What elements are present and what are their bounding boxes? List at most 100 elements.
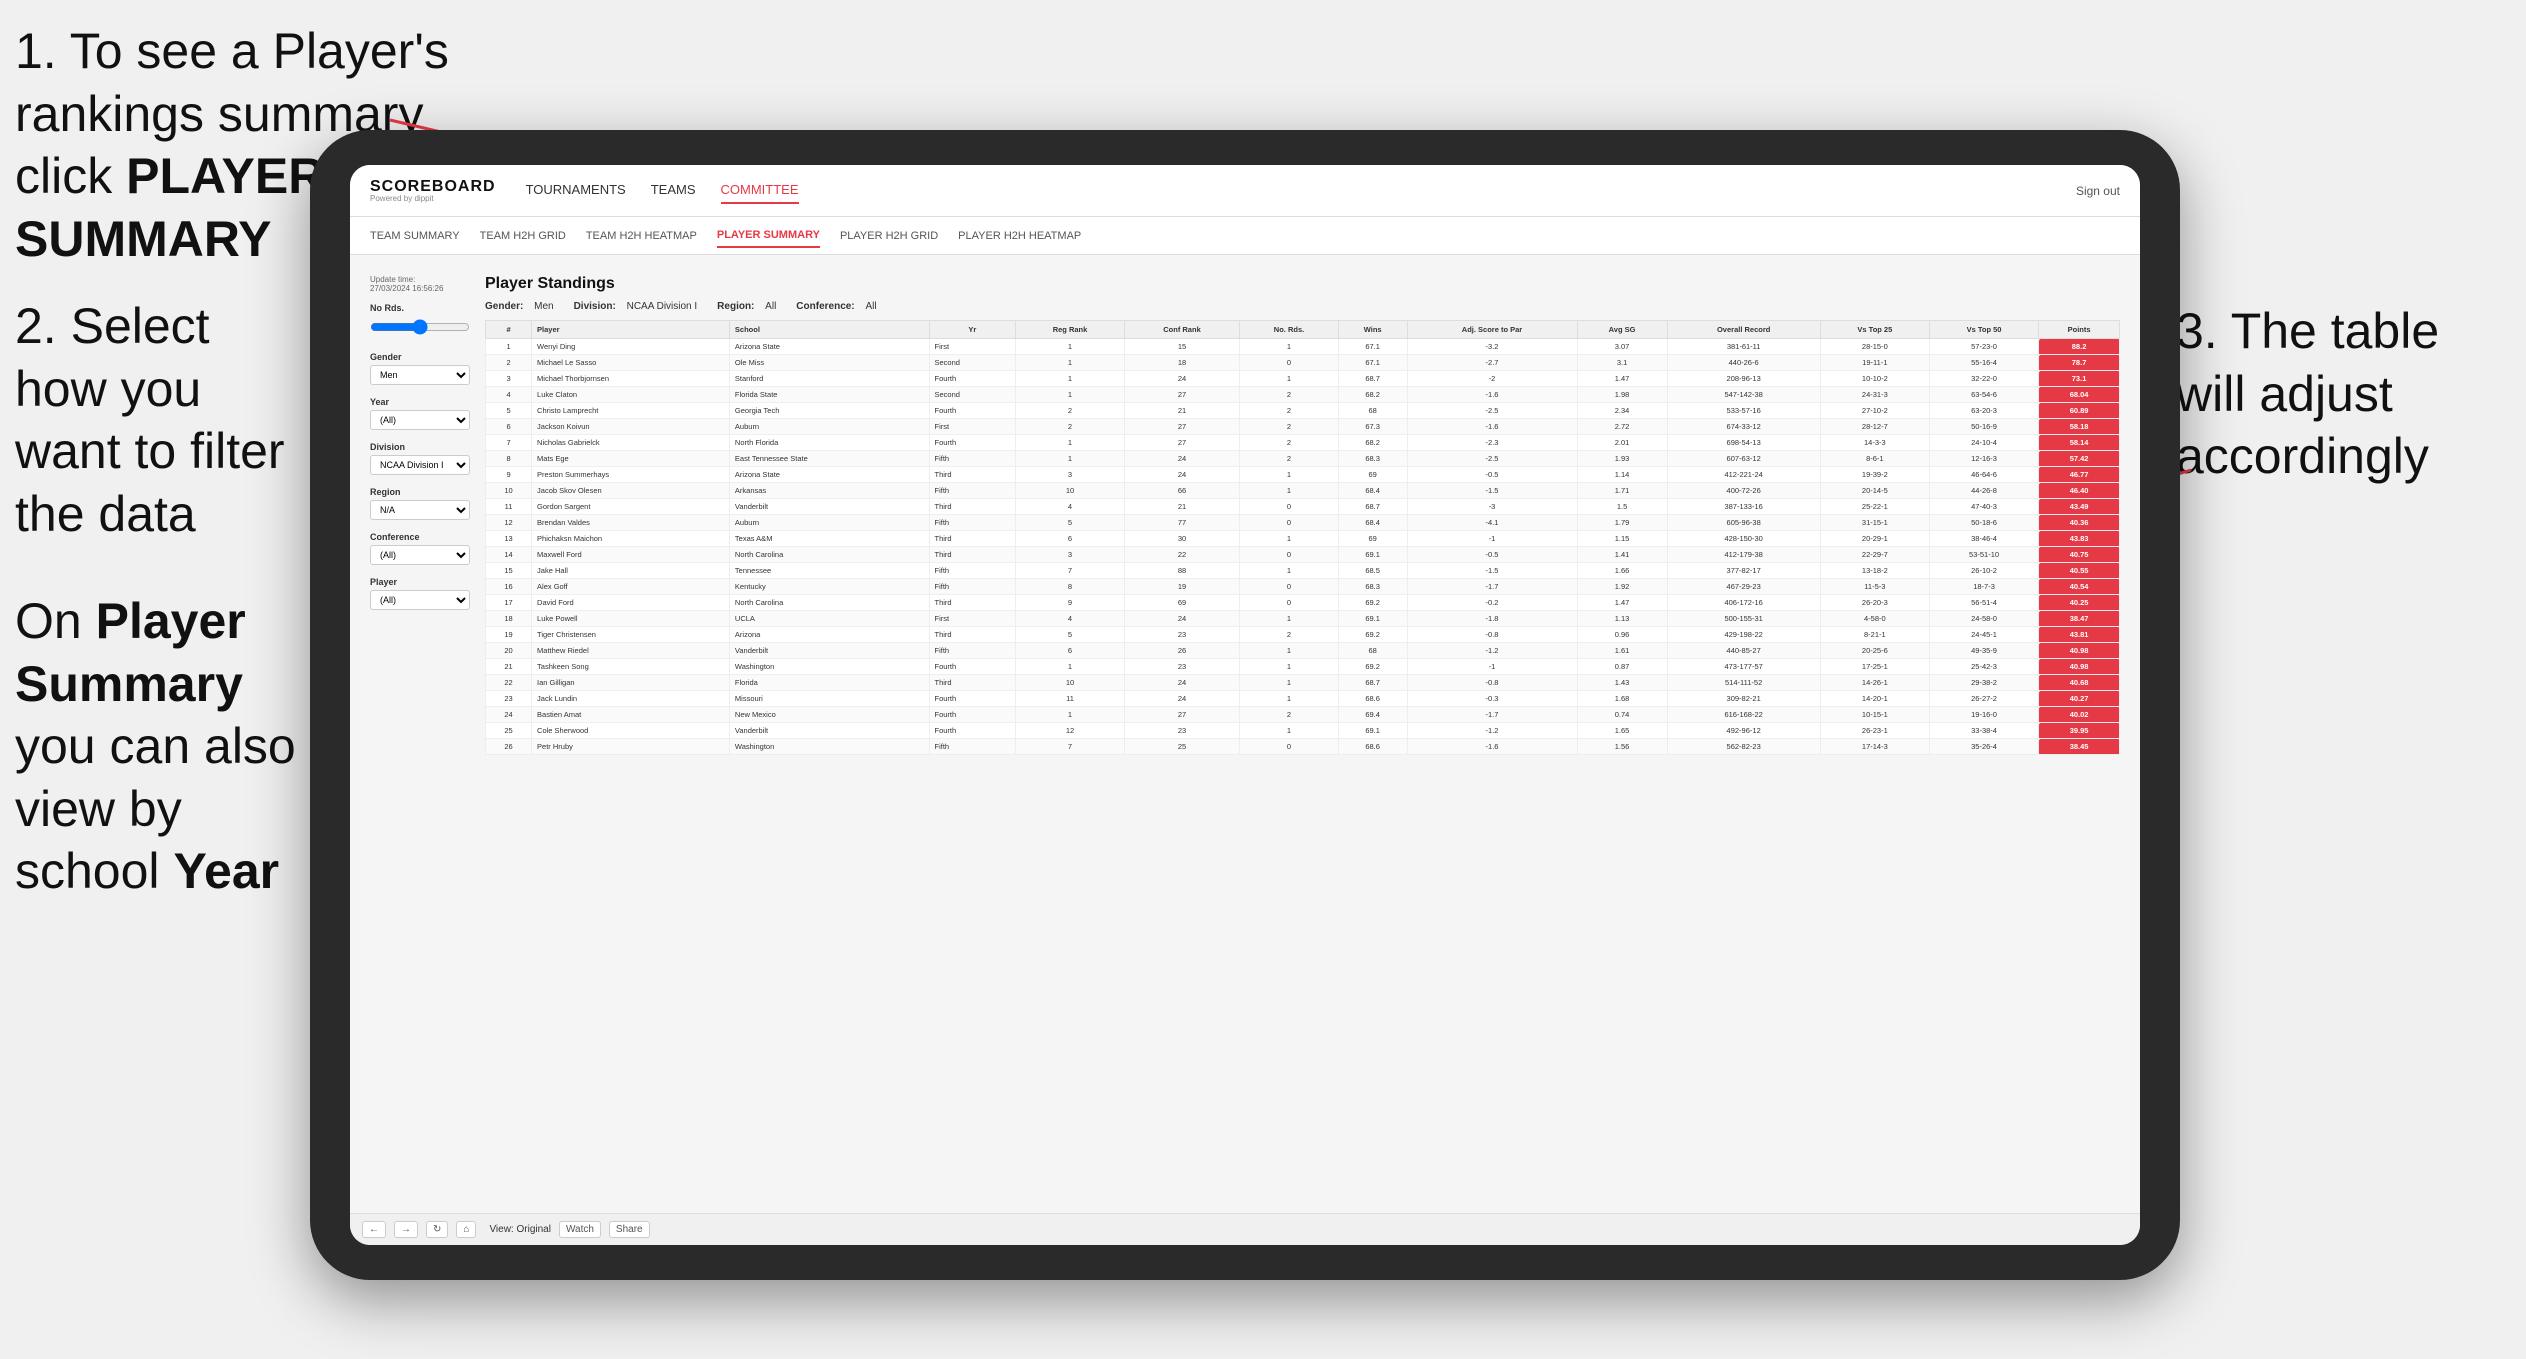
update-time: Update time: 27/03/2024 16:56:26 xyxy=(370,275,470,293)
table-row: 8Mats EgeEast Tennessee StateFifth124268… xyxy=(486,451,2120,467)
tablet-device: SCOREBOARD Powered by dippit TOURNAMENTS… xyxy=(310,130,2180,1280)
col-player: Player xyxy=(532,321,730,339)
player-filter-label: Player xyxy=(370,577,470,587)
subnav-player-h2h-heatmap[interactable]: PLAYER H2H HEATMAP xyxy=(958,225,1081,247)
col-rank: # xyxy=(486,321,532,339)
instruction-right: 3. The table will adjust accordingly xyxy=(2176,300,2496,488)
table-row: 18Luke PowellUCLAFirst424169.1-1.81.1350… xyxy=(486,611,2120,627)
table-row: 19Tiger ChristensenArizonaThird523269.2-… xyxy=(486,627,2120,643)
tablet-screen: SCOREBOARD Powered by dippit TOURNAMENTS… xyxy=(350,165,2140,1245)
conference-select[interactable]: (All) xyxy=(370,545,470,565)
toolbar-refresh-btn[interactable]: ↻ xyxy=(426,1221,448,1238)
table-row: 10Jacob Skov OlesenArkansasFifth1066168.… xyxy=(486,483,2120,499)
subnav-team-h2h-grid[interactable]: TEAM H2H GRID xyxy=(480,225,566,247)
logo-sub: Powered by dippit xyxy=(370,195,496,203)
year-filter-label: Year xyxy=(370,397,470,407)
region-filter-label: Region xyxy=(370,487,470,497)
nav-committee[interactable]: COMMITTEE xyxy=(721,177,799,204)
table-row: 3Michael ThorbjornsenStanfordFourth12416… xyxy=(486,371,2120,387)
toolbar-share-btn[interactable]: Share xyxy=(609,1221,650,1238)
col-conf-rank: Conf Rank xyxy=(1124,321,1239,339)
table-row: 26Petr HrubyWashingtonFifth725068.6-1.61… xyxy=(486,739,2120,755)
division-filter-label: Division xyxy=(370,442,470,452)
gender-filter: Gender Men xyxy=(370,352,470,385)
gender-select[interactable]: Men xyxy=(370,365,470,385)
table-row: 21Tashkeen SongWashingtonFourth123169.2-… xyxy=(486,659,2120,675)
year-bold: Year xyxy=(173,843,279,899)
table-row: 2Michael Le SassoOle MissSecond118067.1-… xyxy=(486,355,2120,371)
filters-panel: Update time: 27/03/2024 16:56:26 No Rds.… xyxy=(370,275,470,1193)
player-select[interactable]: (All) xyxy=(370,590,470,610)
col-overall: Overall Record xyxy=(1667,321,1820,339)
col-yr: Yr xyxy=(929,321,1016,339)
app-header: SCOREBOARD Powered by dippit TOURNAMENTS… xyxy=(350,165,2140,217)
toolbar-watch-btn[interactable]: Watch xyxy=(559,1221,601,1238)
logo-main: SCOREBOARD xyxy=(370,179,496,195)
instruction-bottom: On Player Summary you can also view by s… xyxy=(15,590,325,903)
no-rds-label: No Rds. xyxy=(370,303,470,313)
table-area: Player Standings Gender: Men Division: N… xyxy=(485,275,2120,1193)
region-select[interactable]: N/A xyxy=(370,500,470,520)
table-row: 9Preston SummerhaysArizona StateThird324… xyxy=(486,467,2120,483)
table-row: 13Phichaksn MaichonTexas A&MThird630169-… xyxy=(486,531,2120,547)
nav-teams[interactable]: TEAMS xyxy=(651,177,696,204)
standings-table: # Player School Yr Reg Rank Conf Rank No… xyxy=(485,320,2120,755)
no-rds-slider[interactable] xyxy=(370,319,470,335)
app-logo: SCOREBOARD Powered by dippit xyxy=(370,179,496,203)
table-row: 12Brendan ValdesAuburnFifth577068.4-4.11… xyxy=(486,515,2120,531)
subnav-team-summary[interactable]: TEAM SUMMARY xyxy=(370,225,460,247)
col-wins: Wins xyxy=(1338,321,1407,339)
col-no-rds: No. Rds. xyxy=(1240,321,1339,339)
table-row: 6Jackson KoivunAuburnFirst227267.3-1.62.… xyxy=(486,419,2120,435)
table-header-row: # Player School Yr Reg Rank Conf Rank No… xyxy=(486,321,2120,339)
main-content: Update time: 27/03/2024 16:56:26 No Rds.… xyxy=(350,255,2140,1213)
division-select[interactable]: NCAA Division I xyxy=(370,455,470,475)
instruction-step2: 2. Select how you want to filter the dat… xyxy=(15,295,315,545)
header-right: Sign out xyxy=(2076,184,2120,198)
sub-nav: TEAM SUMMARY TEAM H2H GRID TEAM H2H HEAT… xyxy=(350,217,2140,255)
table-row: 17David FordNorth CarolinaThird969069.2-… xyxy=(486,595,2120,611)
table-filters-row: Gender: Men Division: NCAA Division I Re… xyxy=(485,301,2120,312)
gender-display: Gender: Men xyxy=(485,301,554,312)
year-filter: Year (All) xyxy=(370,397,470,430)
table-row: 4Luke ClatonFlorida StateSecond127268.2-… xyxy=(486,387,2120,403)
col-reg-rank: Reg Rank xyxy=(1016,321,1125,339)
col-avg-sg: Avg SG xyxy=(1577,321,1667,339)
year-select[interactable]: (All) xyxy=(370,410,470,430)
subnav-player-summary[interactable]: PLAYER SUMMARY xyxy=(717,224,820,248)
toolbar-back-btn[interactable]: ← xyxy=(362,1221,386,1238)
table-row: 25Cole SherwoodVanderbiltFourth1223169.1… xyxy=(486,723,2120,739)
nav-tournaments[interactable]: TOURNAMENTS xyxy=(526,177,626,204)
subnav-team-h2h-heatmap[interactable]: TEAM H2H HEATMAP xyxy=(586,225,697,247)
region-filter: Region N/A xyxy=(370,487,470,520)
player-filter: Player (All) xyxy=(370,577,470,610)
col-points: Points xyxy=(2039,321,2120,339)
main-nav: TOURNAMENTS TEAMS COMMITTEE xyxy=(526,177,799,204)
table-row: 1Wenyi DingArizona StateFirst115167.1-3.… xyxy=(486,339,2120,355)
bottom-toolbar: ← → ↻ ⌂ View: Original Watch Share xyxy=(350,1213,2140,1245)
table-row: 14Maxwell FordNorth CarolinaThird322069.… xyxy=(486,547,2120,563)
sign-out-link[interactable]: Sign out xyxy=(2076,184,2120,198)
table-row: 16Alex GoffKentuckyFifth819068.3-1.71.92… xyxy=(486,579,2120,595)
subnav-player-h2h-grid[interactable]: PLAYER H2H GRID xyxy=(840,225,938,247)
division-filter: Division NCAA Division I xyxy=(370,442,470,475)
no-rds-filter: No Rds. xyxy=(370,303,470,340)
table-row: 24Bastien AmatNew MexicoFourth127269.4-1… xyxy=(486,707,2120,723)
division-display: Division: NCAA Division I xyxy=(574,301,698,312)
col-top25: Vs Top 25 xyxy=(1820,321,1929,339)
conference-filter-label: Conference xyxy=(370,532,470,542)
col-top50: Vs Top 50 xyxy=(1929,321,2038,339)
toolbar-home-btn[interactable]: ⌂ xyxy=(456,1221,476,1238)
gender-filter-label: Gender xyxy=(370,352,470,362)
table-row: 20Matthew RiedelVanderbiltFifth626168-1.… xyxy=(486,643,2120,659)
col-adj-score: Adj. Score to Par xyxy=(1407,321,1577,339)
toolbar-forward-btn[interactable]: → xyxy=(394,1221,418,1238)
conference-display: Conference: All xyxy=(796,301,876,312)
table-row: 22Ian GilliganFloridaThird1024168.7-0.81… xyxy=(486,675,2120,691)
conference-filter: Conference (All) xyxy=(370,532,470,565)
region-display: Region: All xyxy=(717,301,776,312)
table-row: 15Jake HallTennesseeFifth788168.5-1.51.6… xyxy=(486,563,2120,579)
table-row: 23Jack LundinMissouriFourth1124168.6-0.3… xyxy=(486,691,2120,707)
table-row: 5Christo LamprechtGeorgia TechFourth2212… xyxy=(486,403,2120,419)
table-row: 11Gordon SargentVanderbiltThird421068.7-… xyxy=(486,499,2120,515)
